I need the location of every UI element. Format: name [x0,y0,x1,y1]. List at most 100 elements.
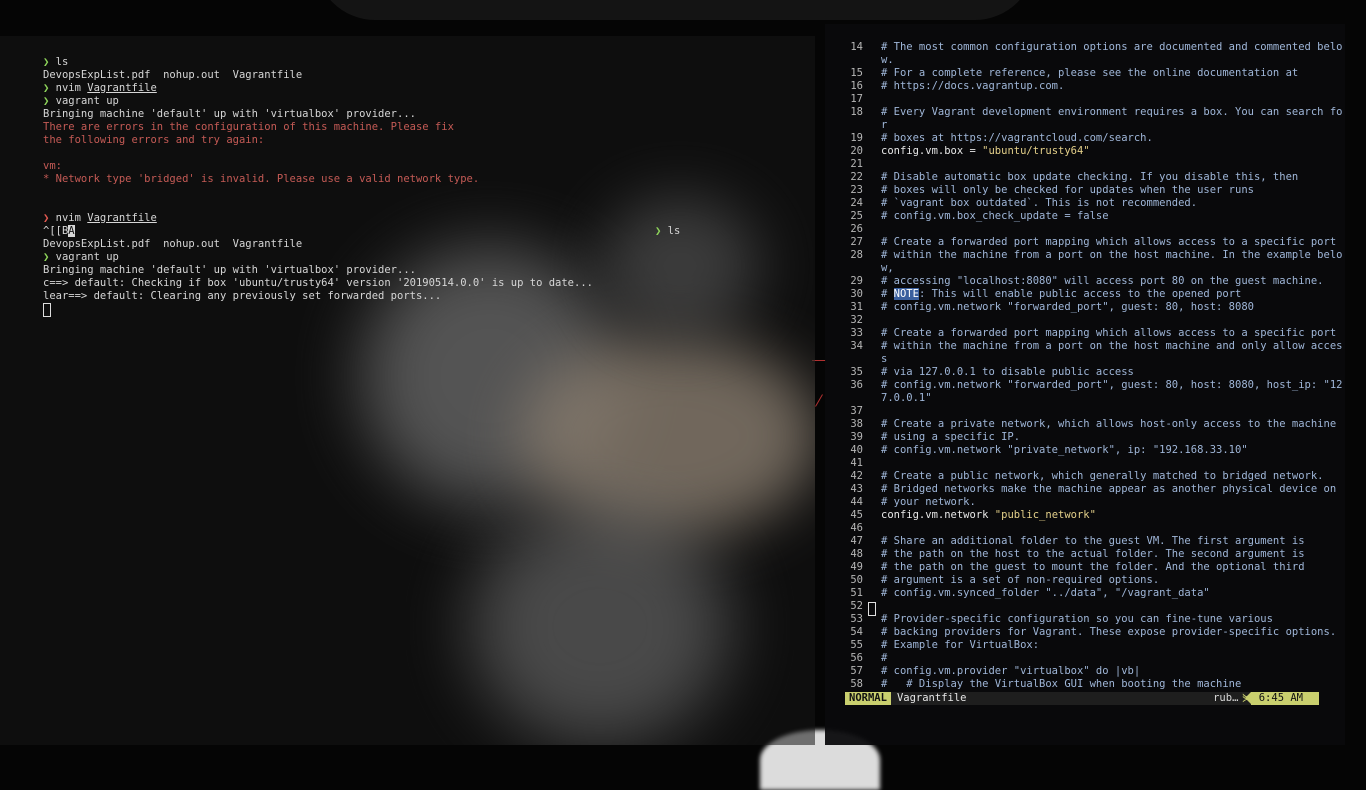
line-text: # [881,652,888,664]
editor-line[interactable]: 42 # Create a public network, which gener… [825,470,1345,483]
editor-line[interactable]: 17 [825,93,1345,106]
editor-line[interactable]: 50 # argument is a set of non-required op… [825,574,1345,587]
line-number: 55 [850,639,863,651]
editor-line[interactable]: 45 config.vm.network "public_network" [825,509,1345,522]
editor-line[interactable]: 31 # config.vm.network "forwarded_port", … [825,301,1345,314]
editor-line[interactable]: 18 # Every Vagrant development environmen… [825,106,1345,119]
editor-buffer[interactable]: 14 # The most common configuration option… [825,41,1345,691]
line-number: 35 [850,366,863,378]
editor-line[interactable]: 22 # Disable automatic box update checkin… [825,171,1345,184]
editor-line[interactable]: 41 [825,457,1345,470]
line-text: # Disable automatic box update checking.… [881,171,1299,183]
line-number: 36 [850,379,863,391]
line-number: 18 [850,106,863,118]
status-line: NORMAL Vagrantfile rub… ⋟ 6:45 AM [845,692,1319,705]
output-text: Bringing machine 'default' up with 'virt… [43,108,416,120]
editor-line[interactable]: 49 # the path on the guest to mount the f… [825,561,1345,574]
editor-line[interactable]: 29 # accessing "localhost:8080" will acce… [825,275,1345,288]
status-filename: Vagrantfile [896,692,967,704]
line-number: 52 [850,600,863,612]
nvim-window[interactable]: 14 # The most common configuration option… [825,24,1345,745]
line-text: # boxes at https://vagrantcloud.com/sear… [881,132,1153,144]
search-highlight: NOTE [893,288,919,300]
line-text: # backing providers for Vagrant. These e… [881,626,1337,638]
editor-line[interactable]: 15 # For a complete reference, please see… [825,67,1345,80]
editor-line[interactable]: 27 # Create a forwarded port mapping whic… [825,236,1345,249]
editor-line[interactable]: 39 # using a specific IP. [825,431,1345,444]
editor-line[interactable]: 32 [825,314,1345,327]
editor-line[interactable]: 54 # backing providers for Vagrant. These… [825,626,1345,639]
editor-line[interactable]: 14 # The most common configuration option… [825,41,1345,54]
text-cursor: A [68,225,75,237]
error-text: vm: [43,160,62,172]
prompt-icon: ❯ [43,82,56,94]
editor-line[interactable]: 33 # Create a forwarded port mapping whic… [825,327,1345,340]
line-text: # using a specific IP. [881,431,1021,443]
editor-line[interactable]: 44 # your network. [825,496,1345,509]
editor-line[interactable]: 53 # Provider-specific configuration so y… [825,613,1345,626]
command-text: vagrant up [55,95,119,107]
editor-line[interactable]: 51 # config.vm.synced_folder "../data", "… [825,587,1345,600]
editor-line[interactable]: 34 # within the machine from a port on th… [825,340,1345,353]
blurred-background [470,506,730,745]
editor-line[interactable]: w, [825,262,1345,275]
line-number [825,353,863,366]
editor-line[interactable]: r [825,119,1345,132]
prompt-icon: ❯ [655,225,668,237]
editor-line[interactable]: 37 [825,405,1345,418]
editor-line[interactable]: 38 # Create a private network, which allo… [825,418,1345,431]
editor-line[interactable]: s [825,353,1345,366]
line-number: 56 [850,652,863,664]
editor-line[interactable]: 28 # within the machine from a port on th… [825,249,1345,262]
editor-line[interactable]: 20 config.vm.box = "ubuntu/trusty64" [825,145,1345,158]
line-number: 50 [850,574,863,586]
left-terminal[interactable]: ❯ ls DevopsExpList.pdf nohup.out Vagrantf… [0,36,815,745]
editor-line[interactable]: 52 [825,600,1345,613]
line-text: # NOTE: This will enable public access t… [881,288,1242,300]
wallpaper-shape [315,0,1035,20]
terminal-line: ❯ nvim Vagrantfile [43,212,815,225]
line-number: 30 [850,288,863,300]
editor-line[interactable]: 23 # boxes will only be checked for updat… [825,184,1345,197]
editor-line[interactable]: 55 # Example for VirtualBox: [825,639,1345,652]
line-text: # Create a forwarded port mapping which … [881,327,1337,339]
editor-line[interactable]: 40 # config.vm.network "private_network",… [825,444,1345,457]
command-text: vagrant up [55,251,119,263]
editor-line[interactable]: 30 # NOTE: This will enable public access… [825,288,1345,301]
output-text: lear==> default: Clearing any previously… [43,290,442,302]
editor-line[interactable]: 58 # # Display the VirtualBox GUI when bo… [825,678,1345,691]
line-number: 16 [850,80,863,92]
editor-line[interactable]: 56 # [825,652,1345,665]
editor-line[interactable]: 21 [825,158,1345,171]
editor-line[interactable]: 19 # boxes at https://vagrantcloud.com/se… [825,132,1345,145]
mode-indicator: NORMAL [845,692,891,705]
line-text: # config.vm.provider "virtualbox" do |vb… [881,665,1141,677]
editor-line[interactable]: 57 # config.vm.provider "virtualbox" do |… [825,665,1345,678]
line-text: r [881,119,888,131]
editor-line[interactable]: 26 [825,223,1345,236]
line-text: # The most common configuration options … [881,41,1343,53]
editor-line[interactable]: 16 # https://docs.vagrantup.com. [825,80,1345,93]
editor-line[interactable]: 7.0.0.1" [825,392,1345,405]
editor-line[interactable]: 48 # the path on the host to the actual f… [825,548,1345,561]
line-number [825,392,863,405]
status-filetype: rub… [1213,692,1239,704]
editor-line[interactable]: 24 # `vagrant box outdated`. This is not … [825,197,1345,210]
terminal-line: vm: [43,160,815,173]
line-number: 32 [850,314,863,326]
editor-line[interactable]: 35 # via 127.0.0.1 to disable public acce… [825,366,1345,379]
line-text: # argument is a set of non-required opti… [881,574,1160,586]
line-text: # the path on the host to the actual fol… [881,548,1305,560]
line-number: 20 [850,145,863,157]
line-number: 48 [850,548,863,560]
editor-line[interactable]: 43 # Bridged networks make the machine ap… [825,483,1345,496]
editor-line[interactable]: 25 # config.vm.box_check_update = false [825,210,1345,223]
editor-line[interactable]: 47 # Share an additional folder to the gu… [825,535,1345,548]
editor-line[interactable]: 46 [825,522,1345,535]
line-text: # your network. [881,496,976,508]
line-text: # config.vm.network "private_network", i… [881,444,1248,456]
line-number: 45 [850,509,863,521]
editor-line[interactable]: 36 # config.vm.network "forwarded_port", … [825,379,1345,392]
editor-line[interactable]: w. [825,54,1345,67]
